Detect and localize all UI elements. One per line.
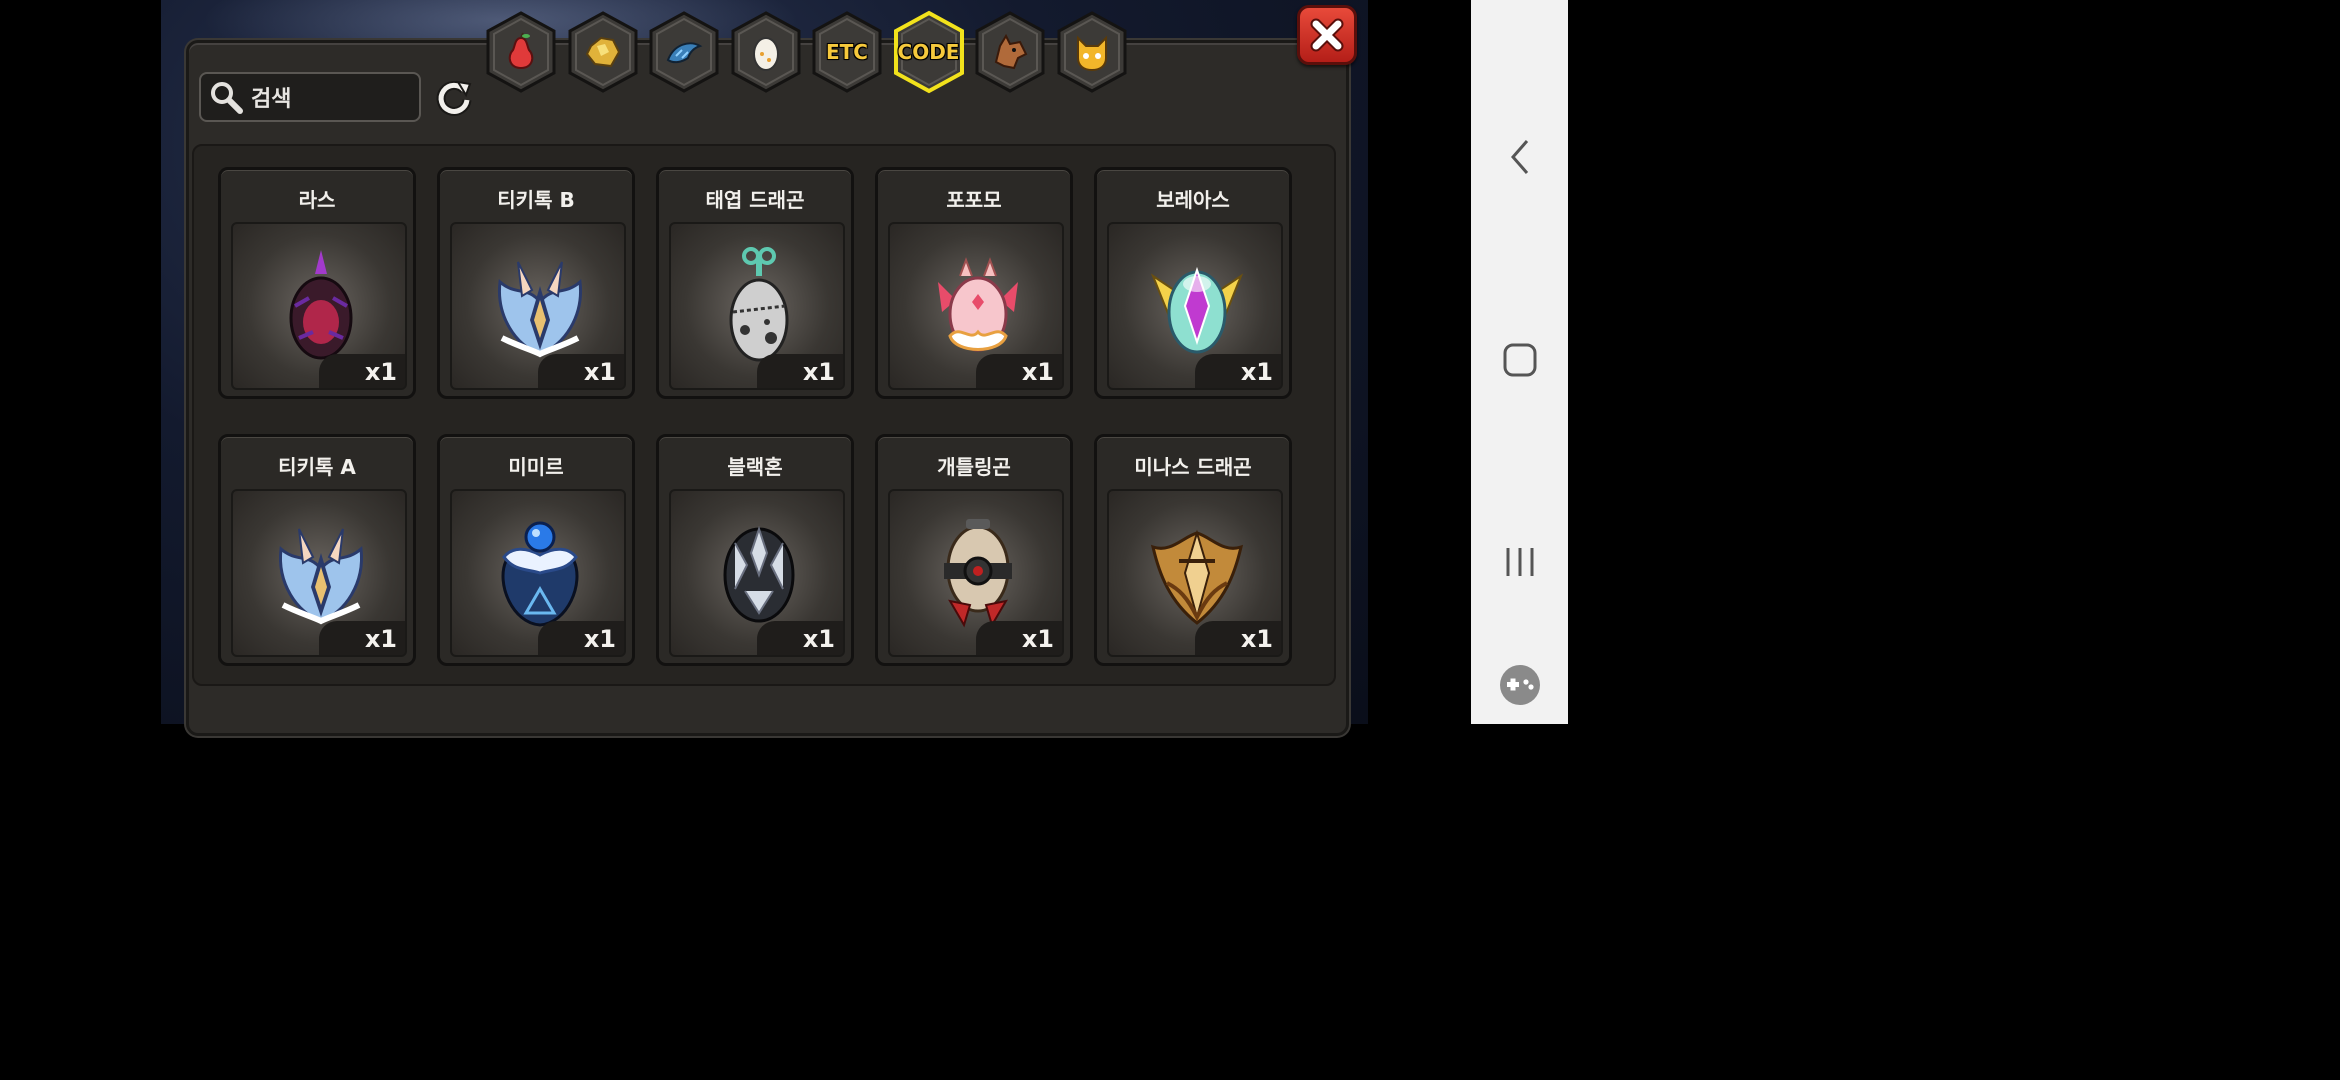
item-quantity: x1 <box>757 621 843 655</box>
crystal-winged-egg-icon <box>1149 246 1245 366</box>
back-button[interactable] <box>1471 117 1568 197</box>
item-name: 태엽 드래곤 <box>705 188 805 212</box>
item-card[interactable]: 미미르 x1 <box>437 434 635 666</box>
item-card[interactable]: 보레아스 x1 <box>1094 167 1292 399</box>
pear-icon <box>501 32 541 72</box>
tab-label: ETC <box>826 40 868 64</box>
item-card[interactable]: 티키톡 B x1 <box>437 167 635 399</box>
item-quantity: x1 <box>976 621 1062 655</box>
close-icon <box>1310 18 1344 52</box>
tab-etc[interactable]: ETC <box>810 10 884 94</box>
black-horn-egg-icon <box>711 513 807 633</box>
home-square-icon <box>1503 343 1536 377</box>
search-input[interactable]: 검색 <box>199 72 421 122</box>
dragon-scale-icon <box>664 32 704 72</box>
item-quantity: x1 <box>1195 354 1281 388</box>
category-tabs: ETC CODE <box>484 10 1129 96</box>
item-slot: x1 <box>669 222 845 390</box>
item-name: 티키톡 A <box>278 455 356 479</box>
item-card[interactable]: 미나스 드래곤 x1 <box>1094 434 1292 666</box>
item-slot: x1 <box>450 489 626 657</box>
item-quantity: x1 <box>976 354 1062 388</box>
item-slot: x1 <box>888 489 1064 657</box>
home-button[interactable] <box>1471 320 1568 400</box>
item-name: 블랙혼 <box>727 455 783 479</box>
cat-mask-icon <box>1072 32 1112 72</box>
close-button[interactable] <box>1297 5 1357 65</box>
item-slot: x1 <box>888 222 1064 390</box>
item-name: 개틀링곤 <box>937 455 1011 479</box>
recents-icon <box>1506 548 1533 576</box>
blue-winged-egg-icon <box>492 246 588 366</box>
item-name: 보레아스 <box>1156 188 1230 212</box>
egg-icon <box>746 32 786 72</box>
item-card[interactable]: 태엽 드래곤 x1 <box>656 167 854 399</box>
item-slot: x1 <box>450 222 626 390</box>
gamepad-icon <box>1499 665 1540 705</box>
tab-label: CODE <box>897 40 960 64</box>
refresh-button[interactable] <box>432 76 476 120</box>
game-tools-button[interactable] <box>1471 645 1568 725</box>
item-quantity: x1 <box>1195 621 1281 655</box>
item-card[interactable]: 개틀링곤 x1 <box>875 434 1073 666</box>
item-quantity: x1 <box>319 621 405 655</box>
recents-button[interactable] <box>1471 522 1568 602</box>
item-card[interactable]: 티키톡 A x1 <box>218 434 416 666</box>
item-slot: x1 <box>669 489 845 657</box>
search-icon <box>201 74 251 120</box>
item-slot: x1 <box>1107 222 1283 390</box>
item-card[interactable]: 포포모 x1 <box>875 167 1073 399</box>
tab-gold-ore[interactable] <box>566 10 640 94</box>
item-slot: x1 <box>1107 489 1283 657</box>
refresh-icon <box>436 80 472 116</box>
item-quantity: x1 <box>757 354 843 388</box>
item-name: 티키톡 B <box>497 188 575 212</box>
search-placeholder: 검색 <box>251 87 292 112</box>
item-quantity: x1 <box>538 354 624 388</box>
item-card[interactable]: 라스 x1 <box>218 167 416 399</box>
golden-helm-egg-icon <box>1149 513 1245 633</box>
dark-purple-egg-icon <box>273 246 369 366</box>
tab-cat-mask[interactable] <box>1055 10 1129 94</box>
android-nav-bar <box>1471 0 1568 724</box>
item-name: 포포모 <box>946 188 1002 212</box>
gold-ore-icon <box>583 32 623 72</box>
item-card[interactable]: 블랙혼 x1 <box>656 434 854 666</box>
item-name: 미나스 드래곤 <box>1134 455 1252 479</box>
gatling-egg-icon <box>930 513 1026 633</box>
item-slot: x1 <box>231 222 407 390</box>
tab-egg[interactable] <box>729 10 803 94</box>
tab-dragon-head[interactable] <box>973 10 1047 94</box>
item-quantity: x1 <box>538 621 624 655</box>
pink-fluffy-egg-icon <box>930 246 1026 366</box>
tab-code[interactable]: CODE <box>892 10 966 94</box>
dragon-head-icon <box>990 32 1030 72</box>
windup-egg-icon <box>711 246 807 366</box>
back-chevron-icon <box>1510 140 1528 174</box>
orb-egg-icon <box>492 513 588 633</box>
tab-dragon-scale[interactable] <box>647 10 721 94</box>
item-slot: x1 <box>231 489 407 657</box>
item-name: 라스 <box>298 188 336 212</box>
blue-winged-egg-icon <box>273 513 369 633</box>
item-name: 미미르 <box>508 455 564 479</box>
item-quantity: x1 <box>319 354 405 388</box>
tab-pear[interactable] <box>484 10 558 94</box>
